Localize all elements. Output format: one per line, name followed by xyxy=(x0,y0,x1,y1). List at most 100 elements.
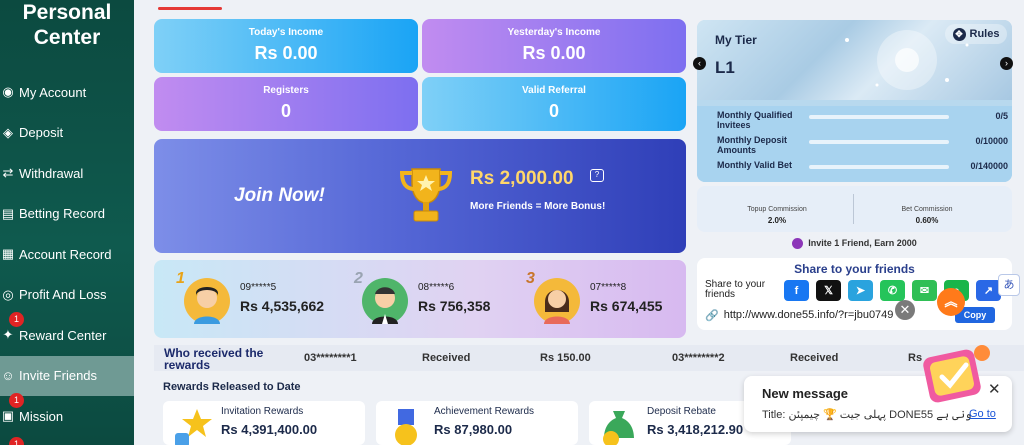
invite-icon: ☺ xyxy=(1,368,15,383)
sidebar-item-label: Invite Friends xyxy=(19,368,98,383)
tier-row-value: 0/10000 xyxy=(975,136,1008,146)
yesterday-income-value: Rs 0.00 xyxy=(522,43,586,63)
ticker-status: Received xyxy=(790,352,839,364)
medal-icon xyxy=(395,409,417,445)
tab-indicator xyxy=(158,7,222,10)
x-share-icon[interactable]: 𝕏 xyxy=(816,280,841,301)
sidebar-item-label: Account Record xyxy=(19,246,112,262)
tier-row-label: Monthly Deposit Amounts xyxy=(717,135,787,155)
withdrawal-icon: ⇄ xyxy=(2,165,14,180)
rank-entry-2: 2 08*****6 Rs 756,358 xyxy=(354,270,522,328)
sidebar: Personal Center ◉ My Account ◈ Deposit ⇄ With… xyxy=(0,0,134,445)
sidebar-title-line2: Center xyxy=(33,26,101,49)
rank-entry-1: 1 09*****5 Rs 4,535,662 xyxy=(176,270,344,328)
whatsapp-share-icon[interactable]: ✆ xyxy=(880,280,905,301)
sidebar-item-my-account[interactable]: ◉ My Account xyxy=(0,72,134,112)
sidebar-item-invite-friends[interactable]: ☺ Invite Friends xyxy=(0,355,134,396)
invite-banner: Invite 1 Friend, Earn 2000 xyxy=(697,238,1012,254)
sidebar-title: Personal Center xyxy=(0,0,134,50)
avatar-boy-icon xyxy=(194,287,220,324)
sidebar-item-deposit[interactable]: ◈ Deposit xyxy=(0,113,134,153)
sidebar-item-profit-and-loss[interactable]: ◎ Profit And Loss xyxy=(0,275,134,315)
trophy-icon xyxy=(399,168,453,222)
go-to-link[interactable]: Go to xyxy=(969,408,996,420)
translate-icon[interactable]: あ xyxy=(998,274,1020,296)
rules-label: Rules xyxy=(969,28,1000,40)
sidebar-item-mission[interactable]: ▣ Mission 1 xyxy=(0,393,134,436)
ticker-user: 03********1 xyxy=(304,352,357,364)
today-income-value: Rs 0.00 xyxy=(254,43,318,63)
avatar xyxy=(362,278,408,324)
popup-title: New message xyxy=(762,386,848,401)
reward-value: Rs 87,980.00 xyxy=(434,422,513,437)
tier-prev-button[interactable]: ‹ xyxy=(693,57,706,70)
valid-referral-label: Valid Referral xyxy=(522,85,586,96)
notification-badge: 1 xyxy=(9,312,24,327)
top-inviters-panel: 1 09*****5 Rs 4,535,662 2 08*****6 Rs 75… xyxy=(154,260,686,338)
yesterday-income-card: Yesterday's Income Rs 0.00 xyxy=(422,19,686,73)
share-title: Share to your friends xyxy=(794,262,915,276)
tier-requirements: Monthly Qualified Invitees 0/5 Monthly D… xyxy=(697,106,1012,182)
close-icon[interactable]: ✕ xyxy=(895,300,915,320)
join-now-label[interactable]: Join Now! xyxy=(234,185,325,207)
sms-share-icon[interactable]: ✉ xyxy=(912,280,937,301)
invite-link-text: http://www.done55.info/?r=jbu0749 xyxy=(723,309,894,321)
avatar xyxy=(534,278,580,324)
account-record-icon: ▦ xyxy=(1,246,15,261)
achievement-rewards-card: Achievement Rewards Rs 87,980.00 xyxy=(376,401,578,445)
ticker-status: Received xyxy=(422,352,471,364)
join-bonus-amount: Rs 2,000.00 xyxy=(470,168,574,189)
join-subtitle: More Friends = More Bonus! xyxy=(470,201,606,212)
rank-user: 07*****8 xyxy=(590,282,627,293)
avatar-man-icon xyxy=(372,287,398,324)
sidebar-item-label: Betting Record xyxy=(19,206,105,221)
rank-number: 1 xyxy=(176,270,185,287)
sidebar-item-reward-center[interactable]: ✦ Reward Center 1 xyxy=(0,312,134,355)
user-icon: ◉ xyxy=(2,84,14,99)
tier-next-button[interactable]: › xyxy=(1000,57,1013,70)
telegram-share-icon[interactable]: ➤ xyxy=(848,280,873,301)
link-icon: 🔗 xyxy=(705,309,719,322)
sidebar-item-label: Profit And Loss xyxy=(19,287,107,302)
rank-amount: Rs 674,455 xyxy=(590,298,663,314)
gift-icon: ▣ xyxy=(1,408,15,423)
rewards-title: Rewards Released to Date xyxy=(163,381,301,393)
reward-label: Invitation Rewards xyxy=(221,406,304,417)
rank-number: 3 xyxy=(526,270,535,287)
profit-loss-icon: ◎ xyxy=(2,286,14,302)
rank-entry-3: 3 07*****8 Rs 674,455 xyxy=(526,270,694,328)
facebook-share-icon[interactable]: f xyxy=(784,280,809,301)
money-bag-icon xyxy=(603,411,634,445)
topup-commission: Topup Commission 2.0% xyxy=(707,206,847,225)
reward-value: Rs 3,418,212.90 xyxy=(647,422,744,437)
sidebar-item-account-record[interactable]: ▦ Account Record xyxy=(0,234,134,274)
tier-row-invitees: Monthly Qualified Invitees 0/5 xyxy=(703,110,1008,130)
ticker-user: 03********2 xyxy=(672,352,725,364)
help-icon[interactable]: ? xyxy=(590,169,604,182)
sidebar-item-withdrawal[interactable]: ⇄ Withdrawal xyxy=(0,153,134,193)
scroll-top-icon[interactable]: ︽ xyxy=(937,288,965,316)
betting-record-icon: ▤ xyxy=(1,205,15,221)
popup-message: Title: ‏پہلی جیت 🏆 چیمپئن DONE55 ونی ہے xyxy=(762,409,972,421)
rules-button[interactable]: ✥ Rules xyxy=(945,24,1007,44)
deposit-icon: ◈ xyxy=(3,124,13,140)
ticker-amount: Rs 150.00 xyxy=(540,352,591,364)
star-trophy-icon xyxy=(175,409,212,445)
progress-bar xyxy=(809,140,949,144)
sidebar-item-betting-record[interactable]: ▤ Betting Record xyxy=(0,194,134,234)
gift-box-icon[interactable] xyxy=(920,339,996,405)
rules-icon: ✥ xyxy=(952,27,966,41)
avatar-girl-icon xyxy=(544,290,570,324)
invitation-rewards-card: Invitation Rewards Rs 4,391,400.00 xyxy=(163,401,365,445)
reward-icon: ✦ xyxy=(2,327,14,342)
join-now-banner[interactable]: Join Now! Rs 2,000.00 ? More Friends = M… xyxy=(154,139,686,253)
topup-commission-value: 2.0% xyxy=(767,216,787,225)
sidebar-item-label: Deposit xyxy=(19,125,64,140)
sidebar-item-label: Reward Center xyxy=(19,327,107,343)
sidebar-item-label: My Account xyxy=(19,84,87,100)
reward-value: Rs 4,391,400.00 xyxy=(221,422,318,437)
tier-header: My Tier L1 ✥ Rules xyxy=(697,20,1012,100)
tier-row-label: Monthly Qualified Invitees xyxy=(717,110,793,130)
topup-commission-label: Topup Commission xyxy=(747,206,807,213)
valid-referral-value: 0 xyxy=(548,101,559,121)
